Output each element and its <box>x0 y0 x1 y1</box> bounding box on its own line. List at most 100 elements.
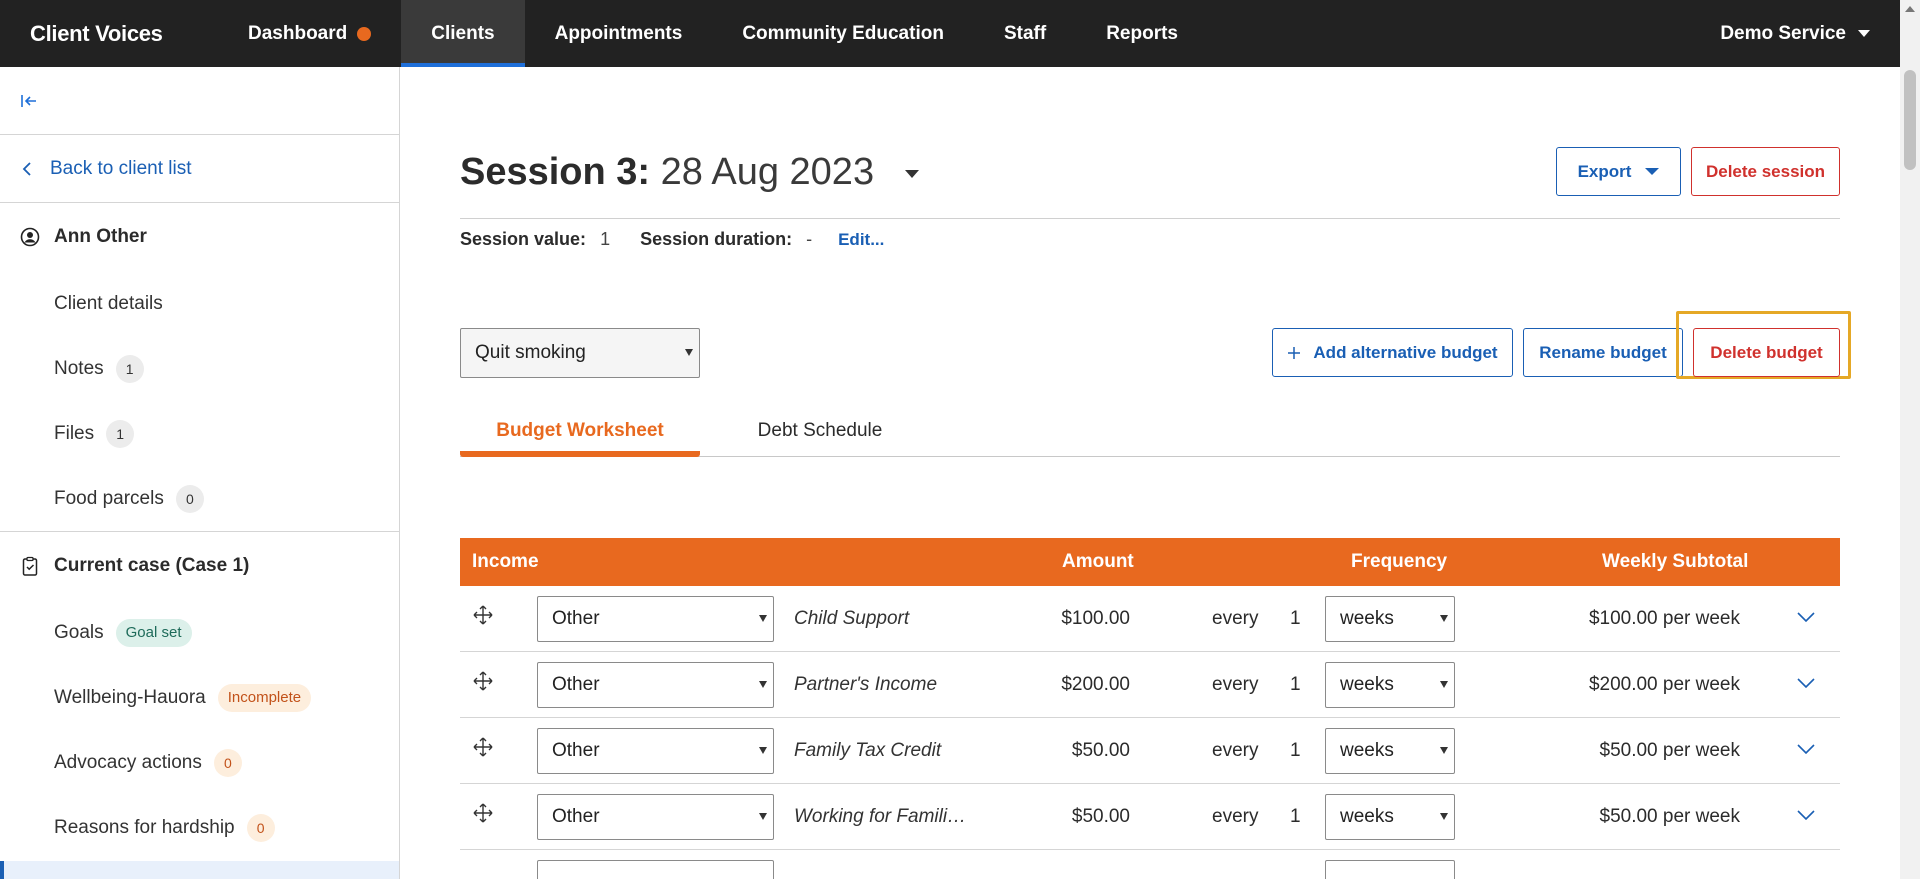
caret-down-icon <box>759 615 767 622</box>
caret-down-icon <box>1440 681 1448 688</box>
nav-label: Dashboard <box>248 22 348 44</box>
sidebar-item-label: Notes <box>54 357 104 379</box>
income-type-select[interactable]: Other <box>537 794 774 840</box>
scrollbar-thumb[interactable] <box>1904 70 1916 170</box>
nav-staff[interactable]: Staff <box>974 0 1076 67</box>
rename-budget-button[interactable]: Rename budget <box>1523 328 1683 377</box>
caret-down-icon <box>759 813 767 820</box>
income-description[interactable]: Family Tax Credit <box>794 718 941 784</box>
sidebar-item-client-details[interactable]: Client details <box>0 271 399 336</box>
frequency-count[interactable]: 1 <box>1290 652 1301 718</box>
income-description[interactable]: Partner's Income <box>794 652 937 718</box>
count-badge: 1 <box>106 419 135 448</box>
service-menu[interactable]: Demo Service <box>1720 0 1870 67</box>
income-type-value: Other <box>552 608 600 629</box>
nav-reports[interactable]: Reports <box>1076 0 1208 67</box>
collapse-left-icon <box>21 94 36 107</box>
sidebar-item-wellbeing[interactable]: Wellbeing-Hauora Incomplete <box>0 665 399 730</box>
delete-session-button[interactable]: Delete session <box>1691 147 1840 196</box>
sidebar-item-food-parcels[interactable]: Food parcels 0 <box>0 466 399 531</box>
sidebar-item-label: Food parcels <box>54 487 164 509</box>
chevron-down-icon[interactable] <box>1797 612 1815 622</box>
frequency-unit-select[interactable] <box>1325 860 1455 879</box>
back-label: Back to client list <box>50 157 192 179</box>
caret-down-icon <box>904 169 919 178</box>
sidebar-item-advocacy-actions[interactable]: Advocacy actions 0 <box>0 730 399 795</box>
nav-appointments[interactable]: Appointments <box>525 0 713 67</box>
income-amount[interactable]: $100.00 <box>1061 586 1130 652</box>
collapse-sidebar-button[interactable] <box>0 67 399 135</box>
sidebar-item-label: Goals <box>54 621 104 643</box>
nav-community-education[interactable]: Community Education <box>712 0 974 67</box>
budget-select-value: Quit smoking <box>475 342 586 363</box>
frequency-unit-select[interactable]: weeks <box>1325 728 1455 774</box>
weekly-subtotal: $100.00 per week <box>1588 608 1740 629</box>
frequency-count[interactable]: 1 <box>1290 586 1301 652</box>
income-type-select[interactable]: Other <box>537 728 774 774</box>
sidebar-item-notes[interactable]: Notes 1 <box>0 336 399 401</box>
sidebar-item-goals[interactable]: Goals Goal set <box>0 600 399 665</box>
drag-move-icon[interactable] <box>472 736 494 758</box>
session-label: Session 3: <box>460 151 651 193</box>
sidebar-item-label: Wellbeing-Hauora <box>54 686 206 708</box>
every-label: every <box>1212 674 1259 695</box>
nav-clients[interactable]: Clients <box>401 0 525 67</box>
drag-move-icon[interactable] <box>472 670 494 692</box>
edit-session-link[interactable]: Edit... <box>838 230 884 250</box>
frequency-unit-value: weeks <box>1340 806 1394 827</box>
session-duration: - <box>806 229 813 249</box>
scroll-up-icon[interactable] <box>1905 6 1915 12</box>
tab-debt-schedule[interactable]: Debt Schedule <box>700 412 940 457</box>
caret-down-icon <box>1645 168 1660 175</box>
income-type-select[interactable]: Other <box>537 662 774 708</box>
col-amount: Amount <box>1062 551 1134 572</box>
income-type-value: Other <box>552 674 600 695</box>
table-row: Other Working for Famili… $50.00 every 1 week… <box>460 784 1840 850</box>
caret-down-icon <box>759 747 767 754</box>
caret-down-icon <box>1440 615 1448 622</box>
count-badge: 0 <box>213 748 242 777</box>
page-title[interactable]: Session 3: 28 Aug 2023 <box>460 147 919 197</box>
chevron-down-icon[interactable] <box>1797 678 1815 688</box>
table-row: Other Family Tax Credit $50.00 every 1 weeks $… <box>460 718 1840 784</box>
chevron-down-icon[interactable] <box>1797 744 1815 754</box>
income-type-select[interactable]: Other <box>537 596 774 642</box>
delete-budget-button[interactable]: Delete budget <box>1693 328 1840 377</box>
brand-logo[interactable]: Client Voices <box>0 21 218 47</box>
income-amount[interactable]: $50.00 <box>1072 784 1130 850</box>
drag-move-icon[interactable] <box>472 604 494 626</box>
chevron-left-icon <box>22 161 31 176</box>
sidebar-item-label: Reasons for hardship <box>54 816 235 838</box>
nav-dashboard[interactable]: Dashboard <box>218 0 401 67</box>
income-type-value: Other <box>552 806 600 827</box>
chevron-down-icon[interactable] <box>1797 810 1815 820</box>
income-type-value: Other <box>552 740 600 761</box>
sidebar-item-active[interactable] <box>0 861 399 879</box>
page-scrollbar[interactable] <box>1900 0 1920 879</box>
client-section-header: Ann Other <box>0 203 399 271</box>
frequency-unit-select[interactable]: weeks <box>1325 794 1455 840</box>
export-button[interactable]: Export <box>1556 147 1681 196</box>
income-amount[interactable]: $200.00 <box>1061 652 1130 718</box>
sidebar-item-reasons-for-hardship[interactable]: Reasons for hardship 0 <box>0 795 399 860</box>
income-description[interactable]: Working for Famili… <box>794 784 966 850</box>
back-to-client-list-link[interactable]: Back to client list <box>0 135 399 203</box>
frequency-unit-select[interactable]: weeks <box>1325 596 1455 642</box>
weekly-subtotal: $50.00 per week <box>1599 740 1741 761</box>
status-badge: Incomplete <box>217 683 312 712</box>
col-frequency: Frequency <box>1351 551 1448 572</box>
tab-budget-worksheet[interactable]: Budget Worksheet <box>460 412 700 457</box>
frequency-count[interactable]: 1 <box>1290 784 1301 850</box>
drag-move-icon[interactable] <box>472 802 494 824</box>
budget-select[interactable]: Quit smoking <box>460 328 700 378</box>
add-alternative-budget-button[interactable]: Add alternative budget <box>1272 328 1513 377</box>
income-type-select[interactable] <box>537 860 774 879</box>
frequency-count[interactable]: 1 <box>1290 718 1301 784</box>
add-alt-label: Add alternative budget <box>1313 342 1498 362</box>
frequency-unit-select[interactable]: weeks <box>1325 662 1455 708</box>
income-amount[interactable]: $50.00 <box>1072 718 1130 784</box>
case-title: Current case (Case 1) <box>54 555 250 576</box>
income-description[interactable]: Child Support <box>794 586 909 652</box>
sidebar-item-files[interactable]: Files 1 <box>0 401 399 466</box>
notification-dot-icon <box>357 26 372 41</box>
